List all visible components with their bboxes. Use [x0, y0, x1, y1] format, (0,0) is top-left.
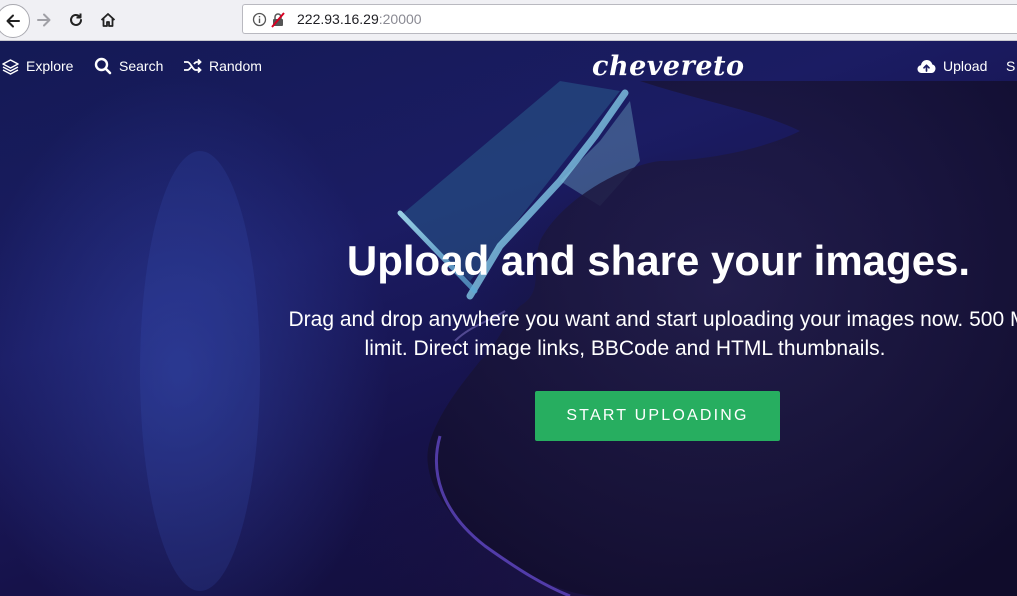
- shuffle-icon: [184, 58, 202, 74]
- site-header: Explore Search Random chevereto Upload S: [0, 41, 1017, 91]
- cloud-upload-icon: [917, 59, 936, 73]
- nav-explore[interactable]: Explore: [2, 56, 73, 76]
- home-icon: [100, 13, 116, 27]
- chevereto-logo[interactable]: chevereto: [592, 51, 745, 82]
- insecure-lock-icon[interactable]: [270, 12, 286, 28]
- nav-explore-label: Explore: [26, 58, 74, 74]
- hero-title: Upload and share your images.: [346, 237, 971, 284]
- nav-upload[interactable]: Upload: [917, 56, 987, 76]
- browser-toolbar: 222.93.16.29:20000: [0, 0, 1017, 41]
- url-port: :20000: [378, 11, 422, 27]
- address-bar[interactable]: 222.93.16.29:20000: [242, 4, 1017, 34]
- hero-description-line-2: limit. Direct image links, BBCode and HT…: [364, 337, 886, 360]
- hero-section: Explore Search Random chevereto Upload S…: [0, 41, 1017, 596]
- nav-partial-label: S: [1006, 58, 1016, 74]
- hero-description: Drag and drop anywhere you want and star…: [258, 305, 1017, 363]
- home-button[interactable]: [94, 6, 122, 34]
- start-uploading-button[interactable]: START UPLOADING: [535, 391, 780, 441]
- back-arrow-icon: [6, 14, 20, 28]
- forward-button[interactable]: [30, 6, 58, 34]
- nav-partial-item[interactable]: S: [1006, 56, 1015, 76]
- reload-icon: [70, 13, 82, 26]
- nav-random-label: Random: [209, 58, 262, 74]
- forward-arrow-icon: [37, 13, 51, 27]
- nav-search-label: Search: [119, 58, 164, 74]
- url-text[interactable]: 222.93.16.29:20000: [297, 11, 422, 27]
- url-host: 222.93.16.29: [297, 11, 379, 27]
- layers-icon: [2, 58, 19, 75]
- nav-random[interactable]: Random: [183, 56, 262, 76]
- search-icon: [94, 57, 112, 75]
- nav-upload-label: Upload: [943, 58, 988, 74]
- back-button[interactable]: [0, 4, 30, 38]
- hero-description-line-1: Drag and drop anywhere you want and star…: [288, 308, 1017, 331]
- reload-button[interactable]: [62, 6, 90, 34]
- nav-search[interactable]: Search: [94, 56, 163, 76]
- info-icon[interactable]: [252, 12, 267, 27]
